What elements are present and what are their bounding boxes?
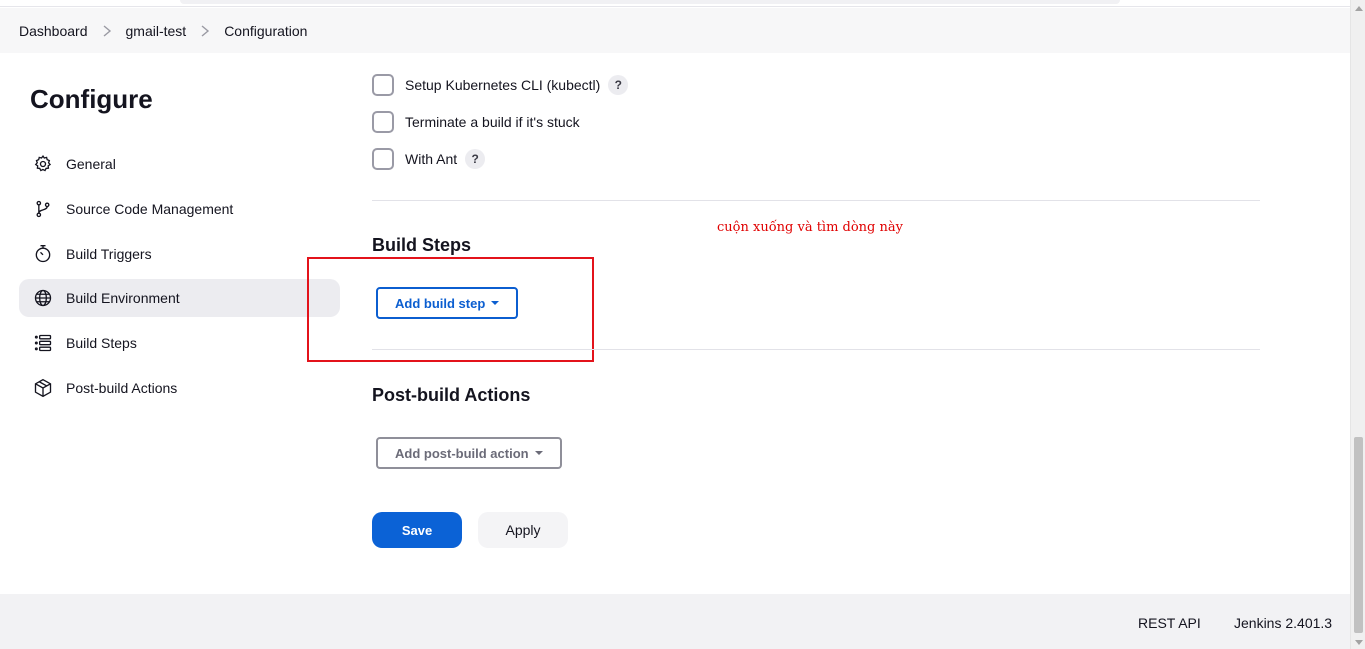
address-bar-remnant <box>180 0 1120 4</box>
footer: REST API Jenkins 2.401.3 <box>0 594 1350 649</box>
branch-icon <box>32 198 54 220</box>
scroll-down-icon[interactable] <box>1355 640 1363 645</box>
sidebar-item-post-build-actions[interactable]: Post-build Actions <box>19 369 340 407</box>
sidebar-item-label: Build Steps <box>66 335 137 352</box>
sidebar-item-label: Post-build Actions <box>66 379 178 396</box>
sidebar-item-label: General <box>66 156 116 172</box>
checkbox[interactable] <box>372 148 394 170</box>
section-divider <box>372 349 1260 350</box>
list-icon <box>32 332 54 354</box>
sidebar-item-label: Source Code Management <box>66 200 234 217</box>
section-divider <box>372 200 1260 201</box>
sidebar-item-general[interactable]: General <box>19 145 340 183</box>
apply-button[interactable]: Apply <box>478 512 568 548</box>
checkbox[interactable] <box>372 74 394 96</box>
page-title: Configure <box>30 84 153 114</box>
option-label: Terminate a build if it's stuck <box>405 114 580 130</box>
option-label: Setup Kubernetes CLI (kubectl) <box>405 77 601 93</box>
browser-top-strip <box>0 0 1350 7</box>
sidebar-item-build-triggers[interactable]: Build Triggers <box>19 235 340 273</box>
timer-icon <box>32 243 54 265</box>
package-icon <box>32 377 54 399</box>
side-nav: General Source Code Management Build Tri… <box>19 145 340 414</box>
sidebar-item-source-code-management[interactable]: Source Code Management <box>19 190 340 228</box>
sidebar-item-build-steps[interactable]: Build Steps <box>19 324 340 362</box>
globe-icon <box>32 287 54 309</box>
post-build-actions-title: Post-build Actions <box>372 385 531 405</box>
scrollbar-thumb[interactable] <box>1354 437 1363 633</box>
add-post-build-action-button[interactable]: Add post-build action <box>376 437 562 469</box>
chevron-right-icon <box>95 23 119 39</box>
sidebar-item-label: Build Triggers <box>66 245 152 262</box>
breadcrumb-dashboard[interactable]: Dashboard <box>19 23 88 39</box>
option-setup-kubernetes-cli: Setup Kubernetes CLI (kubectl) ? <box>372 73 629 97</box>
save-button[interactable]: Save <box>372 512 462 548</box>
rest-api-link[interactable]: REST API <box>1138 615 1201 631</box>
breadcrumb: Dashboard gmail-test Configuration <box>0 8 1350 53</box>
breadcrumb-configuration[interactable]: Configuration <box>224 23 307 39</box>
annotation-text: cuộn xuống và tìm dòng này <box>717 220 903 235</box>
help-icon[interactable]: ? <box>608 75 629 95</box>
help-icon[interactable]: ? <box>465 149 486 169</box>
gear-icon <box>32 153 54 175</box>
caret-down-icon <box>534 451 543 455</box>
scroll-up-icon[interactable] <box>1355 6 1363 11</box>
option-with-ant: With Ant ? <box>372 147 486 171</box>
sidebar-item-label: Build Environment <box>66 290 180 307</box>
build-steps-title: Build Steps <box>372 235 472 255</box>
vertical-scrollbar[interactable] <box>1350 0 1365 649</box>
sidebar-item-build-environment[interactable]: Build Environment <box>19 279 340 318</box>
breadcrumb-job[interactable]: gmail-test <box>126 23 187 39</box>
button-label: Add post-build action <box>395 445 529 461</box>
checkbox[interactable] <box>372 111 394 133</box>
option-terminate-stuck-build: Terminate a build if it's stuck <box>372 110 580 134</box>
chevron-right-icon <box>193 23 217 39</box>
option-label: With Ant <box>405 151 458 167</box>
version-link[interactable]: Jenkins 2.401.3 <box>1234 615 1332 631</box>
highlight-annotation-box <box>307 257 594 362</box>
